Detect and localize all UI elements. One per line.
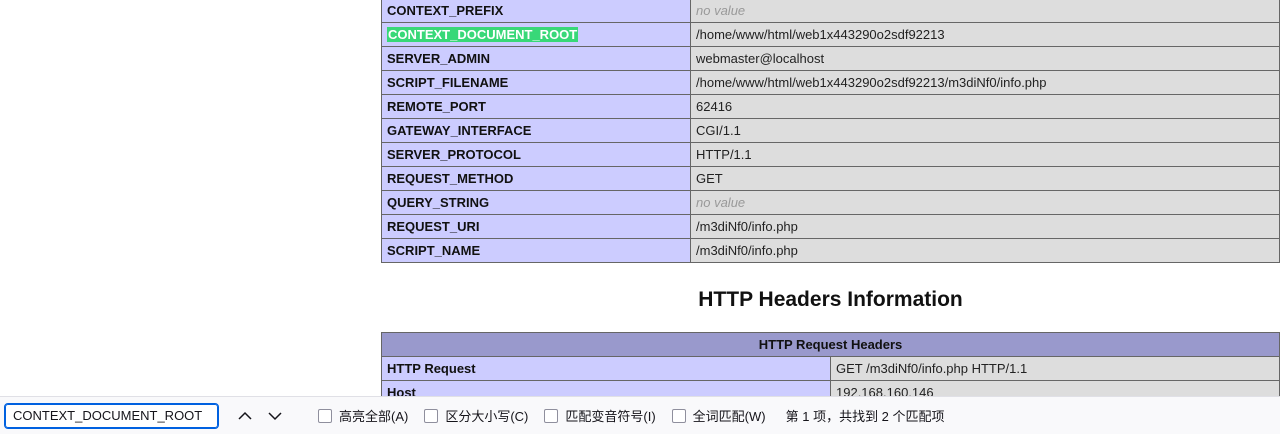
highlight-all-checkbox[interactable]: 高亮全部(A) [318,406,408,425]
http-headers-table: HTTP Request Headers HTTP Request GET /m3… [381,332,1280,396]
variable-name-cell: SCRIPT_FILENAME [381,70,691,95]
match-diacritics-label: 匹配变音符号(I) [565,409,656,424]
match-diacritics-checkbox[interactable]: 匹配变音符号(I) [544,406,656,425]
find-match-highlight: CONTEXT_DOCUMENT_ROOT [387,27,579,42]
variable-name-cell: REMOTE_PORT [381,94,691,119]
find-input[interactable] [4,402,219,429]
variable-value: /m3diNf0/info.php [696,219,798,234]
variable-value-cell: 62416 [690,94,1280,119]
table-row: CONTEXT_DOCUMENT_ROOT/home/www/html/web1… [381,22,1280,47]
variable-value-cell: /home/www/html/web1x443290o2sdf92213 [690,22,1280,47]
chevron-up-icon [238,411,252,420]
variable-value: /home/www/html/web1x443290o2sdf92213 [696,27,945,42]
table-row: REQUEST_METHOD GET [381,166,1280,191]
variable-name: SCRIPT_NAME [387,243,481,258]
whole-words-checkbox[interactable]: 全词匹配(W) [671,406,766,425]
variable-name: HTTP Request [387,361,476,376]
find-previous-button[interactable] [232,403,258,429]
variable-name-cell: REQUEST_METHOD [381,166,691,191]
variable-value-cell: no value [690,190,1280,215]
variable-value: 62416 [696,99,733,114]
highlight-all-label: 高亮全部(A) [339,409,409,424]
variable-name: CONTEXT_PREFIX [387,3,504,18]
variable-name-cell: SERVER_ADMIN [381,46,691,71]
table-row: SCRIPT_FILENAME/home/www/html/web1x44329… [381,70,1280,95]
find-status: 第 1 项，共找到 2 个匹配项 [785,409,945,424]
checkbox-box[interactable] [318,408,332,423]
table-row: CONTEXT_PREFIX no value [381,0,1280,23]
checkbox-box[interactable] [424,408,439,423]
no-value-text: no value [696,195,746,210]
find-bar: 高亮全部(A) 区分大小写(C) 匹配变音符号(I) 全词匹配(W) 第 1 项… [0,396,1280,434]
variable-value-cell: GET /m3diNf0/info.php HTTP/1.1 [830,356,1280,381]
variable-name: SCRIPT_FILENAME [387,75,509,90]
chevron-down-icon [268,411,282,420]
variable-value-cell: /home/www/html/web1x443290o2sdf92213/m3d… [690,70,1280,95]
variable-name-cell: REQUEST_URI [381,214,691,239]
variable-name-cell: CONTEXT_DOCUMENT_ROOT [381,22,691,47]
match-case-label: 区分大小写(C) [445,409,529,424]
variable-value: HTTP/1.1 [696,147,752,162]
table-row: GATEWAY_INTERFACE CGI/1.1 [381,118,1280,143]
variable-value: /m3diNf0/info.php [696,243,798,258]
variable-name: SERVER_PROTOCOL [387,147,521,162]
variable-name-cell: CONTEXT_PREFIX [381,0,691,23]
variable-name-cell: QUERY_STRING [381,190,691,215]
checkbox-box[interactable] [671,408,686,423]
variable-name-cell: Host [381,380,831,396]
variable-value-cell: webmaster@localhost [690,46,1280,71]
table-header: HTTP Request Headers [381,332,1280,357]
table-row: HTTP Request GET /m3diNf0/info.php HTTP/1… [381,356,1280,381]
variable-value: /home/www/html/web1x443290o2sdf92213/m3d… [696,75,1047,90]
variable-value-cell: /m3diNf0/info.php [690,238,1280,263]
whole-words-label: 全词匹配(W) [692,409,766,424]
table-row: Host 192.168.160.146 [381,380,1280,396]
variable-name: REQUEST_METHOD [387,171,514,186]
checkbox-box[interactable] [544,408,559,423]
table-row: QUERY_STRING no value [381,190,1280,215]
variable-name: REQUEST_URI [387,219,480,234]
variable-value-cell: GET [690,166,1280,191]
no-value-text: no value [696,3,746,18]
variable-value: CGI/1.1 [696,123,741,138]
variable-name: Host [387,385,416,396]
table-header-row: HTTP Request Headers [381,332,1280,357]
page-content: CONTEXT_PREFIX no value CONTEXT_DOCUMENT_R… [0,0,1280,396]
variable-name: REMOTE_PORT [387,99,486,114]
variable-name-cell: SCRIPT_NAME [381,238,691,263]
variable-value-cell: HTTP/1.1 [690,142,1280,167]
variable-value-cell: /m3diNf0/info.php [690,214,1280,239]
variable-name-cell: HTTP Request [381,356,831,381]
table-row: SERVER_ADMIN webmaster@localhost [381,46,1280,71]
table-row: SERVER_PROTOCOL HTTP/1.1 [381,142,1280,167]
variable-value: GET /m3diNf0/info.php HTTP/1.1 [836,361,1028,376]
variable-value: 192.168.160.146 [836,385,934,396]
variable-value-cell: no value [690,0,1280,23]
variable-name: GATEWAY_INTERFACE [387,123,532,138]
variable-value: webmaster@localhost [696,51,825,66]
table-row: REQUEST_URI/m3diNf0/info.php [381,214,1280,239]
variable-name: QUERY_STRING [387,195,490,210]
environment-table: CONTEXT_PREFIX no value CONTEXT_DOCUMENT_R… [381,0,1280,263]
variable-name: SERVER_ADMIN [387,51,491,66]
table-row: SCRIPT_NAME/m3diNf0/info.php [381,238,1280,263]
match-case-checkbox[interactable]: 区分大小写(C) [424,406,528,425]
variable-value-cell: 192.168.160.146 [830,380,1280,396]
find-next-button[interactable] [262,403,288,429]
variable-name-cell: GATEWAY_INTERFACE [381,118,691,143]
variable-value: GET [696,171,723,186]
section-title: HTTP Headers Information [698,288,963,311]
table-row: REMOTE_PORT 62416 [381,94,1280,119]
variable-name-cell: SERVER_PROTOCOL [381,142,691,167]
variable-value-cell: CGI/1.1 [690,118,1280,143]
